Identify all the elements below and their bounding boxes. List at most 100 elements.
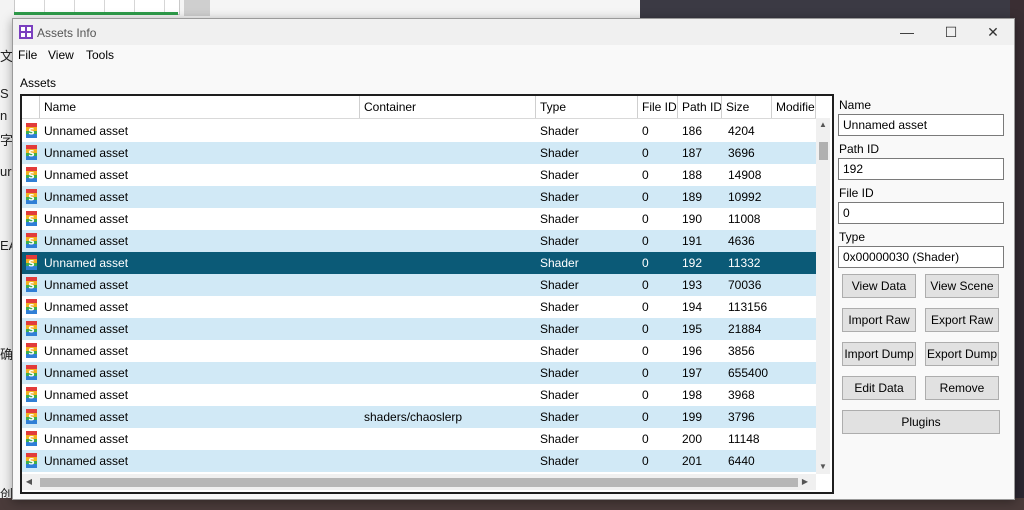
cell-file-id: 0 [642, 168, 649, 182]
type-label: Type [839, 230, 866, 244]
cell-type: Shader [540, 454, 579, 468]
cell-file-id: 0 [642, 146, 649, 160]
export-dump-button[interactable]: Export Dump [925, 342, 999, 366]
table-row[interactable]: S Unnamed asset Shader 0 200 11148 [22, 428, 816, 450]
table-row[interactable]: S Unnamed asset Shader 0 188 14908 [22, 164, 816, 186]
table-row[interactable]: S Unnamed asset Shader 0 193 70036 [22, 274, 816, 296]
header-path-id[interactable]: Path ID [678, 96, 722, 118]
cell-path-id: 192 [682, 256, 703, 270]
export-raw-button[interactable]: Export Raw [925, 308, 999, 332]
cell-name: Unnamed asset [44, 124, 129, 138]
import-dump-button[interactable]: Import Dump [842, 342, 916, 366]
cell-file-id: 0 [642, 190, 649, 204]
cell-name: Unnamed asset [44, 190, 129, 204]
cell-file-id: 0 [642, 300, 649, 314]
scroll-down-icon[interactable]: ▼ [816, 460, 830, 474]
vertical-scrollbar[interactable]: ▲ ▼ [816, 118, 830, 474]
plugins-button[interactable]: Plugins [842, 410, 1000, 434]
shader-icon: S [26, 255, 37, 270]
header-size[interactable]: Size [722, 96, 772, 118]
table-row[interactable]: S Unnamed asset shaders/chaoslerp Shader 0 19… [22, 406, 816, 428]
table-row[interactable]: S Unnamed asset Shader 0 190 11008 [22, 208, 816, 230]
assets-info-window: Assets Info — ☐ ✕ File View Tools Assets… [12, 18, 1015, 500]
title-bar[interactable]: Assets Info — ☐ ✕ [13, 19, 1014, 45]
shader-icon: S [26, 409, 37, 424]
svg-text:S: S [28, 216, 34, 226]
header-file-id[interactable]: File ID [638, 96, 678, 118]
cell-file-id: 0 [642, 454, 649, 468]
table-row[interactable]: S Unnamed asset Shader 0 189 10992 [22, 186, 816, 208]
shader-icon: S [26, 453, 37, 468]
cell-name: Unnamed asset [44, 344, 129, 358]
maximize-button[interactable]: ☐ [931, 19, 971, 45]
table-row[interactable]: S Unnamed asset Shader 0 196 3856 [22, 340, 816, 362]
table-row[interactable]: S Unnamed asset Shader 0 201 6440 [22, 450, 816, 472]
cell-path-id: 197 [682, 366, 703, 380]
background-text: ur [0, 164, 12, 179]
vertical-scroll-thumb[interactable] [819, 142, 828, 160]
view-scene-button[interactable]: View Scene [925, 274, 999, 298]
menu-file[interactable]: File [18, 48, 37, 62]
table-row[interactable]: S Unnamed asset Shader 0 197 655400 [22, 362, 816, 384]
cell-size: 3968 [728, 388, 755, 402]
menu-bar: File View Tools [13, 45, 1014, 65]
cell-size: 21884 [728, 322, 762, 336]
cell-name: Unnamed asset [44, 432, 129, 446]
edit-data-button[interactable]: Edit Data [842, 376, 916, 400]
shader-icon: S [26, 321, 37, 336]
menu-tools[interactable]: Tools [86, 48, 114, 62]
close-button[interactable]: ✕ [973, 19, 1013, 45]
cell-size: 6440 [728, 454, 755, 468]
table-row[interactable]: S Unnamed asset Shader 0 195 21884 [22, 318, 816, 340]
cell-path-id: 193 [682, 278, 703, 292]
remove-button[interactable]: Remove [925, 376, 999, 400]
table-row[interactable]: S Unnamed asset Shader 0 192 11332 [22, 252, 816, 274]
shader-icon: S [26, 211, 37, 226]
cell-size: 10992 [728, 190, 762, 204]
menu-view[interactable]: View [48, 48, 74, 62]
table-row[interactable]: S Unnamed asset Shader 0 198 3968 [22, 384, 816, 406]
scroll-left-icon[interactable]: ◀ [22, 474, 36, 490]
horizontal-scrollbar[interactable]: ◀ ▶ [22, 474, 816, 490]
file-id-label: File ID [839, 186, 874, 200]
cell-path-id: 190 [682, 212, 703, 226]
cell-name: Unnamed asset [44, 300, 129, 314]
import-raw-button[interactable]: Import Raw [842, 308, 916, 332]
cell-size: 11148 [728, 432, 760, 446]
svg-text:S: S [28, 392, 34, 402]
table-row[interactable]: S Unnamed asset Shader 0 187 3696 [22, 142, 816, 164]
header-modified[interactable]: Modifie [772, 96, 816, 118]
table-row[interactable]: S Unnamed asset Shader 0 191 4636 [22, 230, 816, 252]
cell-file-id: 0 [642, 410, 649, 424]
minimize-button[interactable]: — [887, 19, 927, 45]
shader-icon: S [26, 233, 37, 248]
table-row[interactable]: S Unnamed asset Shader 0 186 4204 [22, 120, 816, 142]
cell-type: Shader [540, 190, 579, 204]
path-id-field[interactable]: 192 [838, 158, 1004, 180]
name-field[interactable]: Unnamed asset [838, 114, 1004, 136]
cell-path-id: 189 [682, 190, 703, 204]
type-field[interactable]: 0x00000030 (Shader) [838, 246, 1004, 268]
table-row[interactable]: S Unnamed asset Shader 0 194 113156 [22, 296, 816, 318]
cell-size: 14908 [728, 168, 762, 182]
cell-size: 4636 [728, 234, 755, 248]
scroll-up-icon[interactable]: ▲ [816, 118, 830, 132]
cell-container: shaders/chaoslerp [364, 410, 463, 424]
horizontal-scroll-thumb[interactable] [40, 478, 798, 487]
scroll-right-icon[interactable]: ▶ [798, 474, 812, 490]
asset-list[interactable]: Name Container Type File ID Path ID Size… [20, 94, 834, 494]
svg-text:S: S [28, 194, 34, 204]
cell-name: Unnamed asset [44, 168, 129, 182]
cell-type: Shader [540, 410, 579, 424]
cell-path-id: 186 [682, 124, 703, 138]
file-id-field[interactable]: 0 [838, 202, 1004, 224]
view-data-button[interactable]: View Data [842, 274, 916, 298]
cell-file-id: 0 [642, 432, 649, 446]
header-icon-column[interactable] [22, 96, 40, 118]
asset-rows: S Unnamed asset Shader 0 186 4204 S Unnamed ass… [22, 120, 816, 472]
header-type[interactable]: Type [536, 96, 638, 118]
background-text: S [0, 86, 9, 101]
header-container[interactable]: Container [360, 96, 536, 118]
cell-type: Shader [540, 234, 579, 248]
header-name[interactable]: Name [40, 96, 360, 118]
